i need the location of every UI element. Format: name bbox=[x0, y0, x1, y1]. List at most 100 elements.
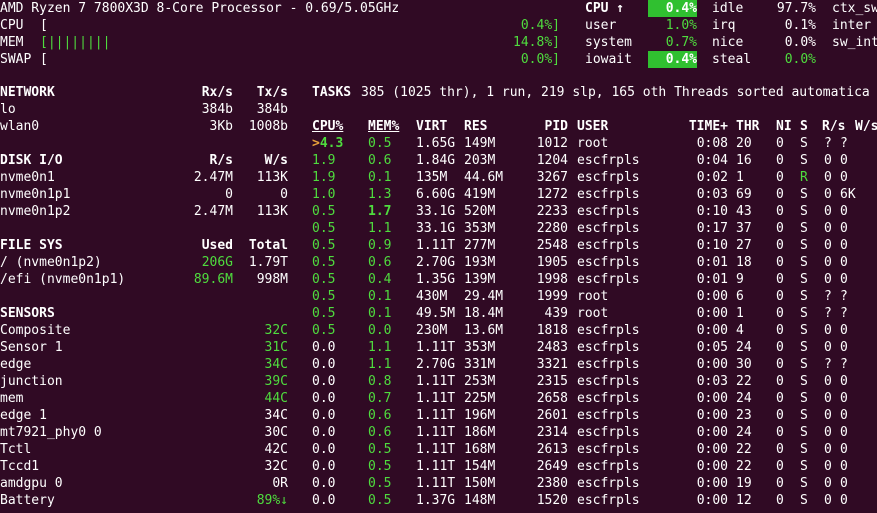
filesys-total-value: 1.79T bbox=[248, 255, 288, 270]
process-write-rate: 0 bbox=[840, 374, 848, 389]
process-virt: 2.70G bbox=[416, 357, 456, 372]
disk-read-value: 0 bbox=[225, 187, 233, 202]
process-time: 0:05 bbox=[696, 340, 728, 355]
column-header-pid[interactable]: PID bbox=[520, 118, 568, 135]
process-nice: 0 bbox=[776, 136, 784, 151]
column-header-cpu-[interactable]: CPU% bbox=[312, 118, 343, 135]
process-threads: 69 bbox=[736, 187, 752, 202]
filesys-used-header: Used bbox=[201, 238, 233, 253]
filesys-mount-name: /efi (nvme0n1p1) bbox=[0, 272, 126, 287]
process-mem: 1.1 bbox=[368, 221, 392, 236]
column-header-r-s[interactable]: R/s bbox=[822, 118, 845, 135]
column-header-ni[interactable]: NI bbox=[776, 118, 792, 135]
process-state: S bbox=[800, 272, 808, 287]
column-header-thr[interactable]: THR bbox=[736, 118, 759, 135]
column-header-w-s[interactable]: W/s bbox=[855, 118, 877, 135]
cpu-panel-title[interactable]: CPU ↑ bbox=[585, 0, 624, 17]
cpu-idle-label: idle bbox=[712, 1, 744, 16]
process-time: 0:01 bbox=[696, 255, 728, 270]
sensor-name: Composite bbox=[0, 323, 71, 338]
process-virt: 1.35G bbox=[416, 272, 456, 287]
tasks-label: TASKS bbox=[312, 85, 352, 100]
process-virt: 1.65G bbox=[416, 136, 456, 151]
process-res: 277M bbox=[464, 238, 496, 253]
process-threads: 24 bbox=[736, 425, 752, 440]
process-threads: 27 bbox=[736, 238, 752, 253]
process-mem: 0.5 bbox=[368, 493, 392, 508]
process-state: S bbox=[800, 493, 808, 508]
sensor-name: Sensor 1 bbox=[0, 340, 63, 355]
sensor-name: Battery bbox=[0, 493, 55, 508]
column-header-user[interactable]: USER bbox=[577, 118, 608, 135]
disk-w-header: W/s bbox=[264, 153, 288, 168]
process-nice: 0 bbox=[776, 459, 784, 474]
process-res: 168M bbox=[464, 442, 496, 457]
filesys-total-value: 998M bbox=[256, 272, 288, 287]
sensor-value: 32C bbox=[264, 323, 288, 338]
process-virt: 1.37G bbox=[416, 493, 456, 508]
process-cpu: 0.5 bbox=[312, 289, 336, 304]
process-write-rate: ? bbox=[840, 136, 848, 151]
network-iface-name: lo bbox=[0, 102, 16, 117]
process-virt: 49.5M bbox=[416, 306, 456, 321]
process-res: 148M bbox=[464, 493, 496, 508]
process-cpu: 0.0 bbox=[312, 493, 336, 508]
sensor-value: 39C bbox=[264, 374, 288, 389]
process-user: escfrpls bbox=[577, 425, 640, 440]
process-cpu: 0.5 bbox=[312, 238, 336, 253]
swap-bar-label: SWAP bbox=[0, 52, 32, 67]
process-time: 0:00 bbox=[696, 425, 728, 440]
process-pid: 439 bbox=[544, 306, 568, 321]
process-state: S bbox=[800, 153, 808, 168]
cpu-bar-value: 0.4%] bbox=[520, 18, 560, 33]
process-nice: 0 bbox=[776, 425, 784, 440]
process-nice: 0 bbox=[776, 306, 784, 321]
process-time: 0:00 bbox=[696, 493, 728, 508]
cpu-nice-label: nice bbox=[712, 35, 744, 50]
process-read-rate: 0 bbox=[824, 153, 832, 168]
process-read-rate: 0 bbox=[824, 170, 832, 185]
process-nice: 0 bbox=[776, 442, 784, 457]
disk-device-name: nvme0n1p1 bbox=[0, 187, 71, 202]
cpu-steal-label: steal bbox=[712, 52, 752, 67]
process-threads: 18 bbox=[736, 255, 752, 270]
process-state: R bbox=[800, 170, 808, 185]
process-time: 0:00 bbox=[696, 357, 728, 372]
process-read-rate: 0 bbox=[824, 391, 832, 406]
process-pid: 1818 bbox=[536, 323, 568, 338]
network-rx-value: 3Kb bbox=[209, 119, 233, 134]
process-cpu: 1.9 bbox=[312, 170, 336, 185]
process-mem: 0.5 bbox=[368, 136, 392, 151]
network-rx-header: Rx/s bbox=[201, 85, 233, 100]
process-nice: 0 bbox=[776, 374, 784, 389]
column-header-res[interactable]: RES bbox=[464, 118, 487, 135]
process-mem: 0.6 bbox=[368, 153, 392, 168]
sensor-name: Tctl bbox=[0, 442, 32, 457]
process-cpu: 0.5 bbox=[312, 221, 336, 236]
sensor-name: amdgpu 0 bbox=[0, 476, 63, 491]
cpu-system-label: system bbox=[585, 35, 632, 50]
column-header-s[interactable]: S bbox=[800, 118, 808, 135]
process-user: escfrpls bbox=[577, 221, 640, 236]
sensor-value: 89%↓ bbox=[256, 493, 288, 508]
process-mem: 0.5 bbox=[368, 459, 392, 474]
process-threads: 24 bbox=[736, 391, 752, 406]
ctx-sw-label: ctx_sw bbox=[832, 1, 877, 16]
process-mem: 0.7 bbox=[368, 391, 392, 406]
sensor-value: 30C bbox=[264, 425, 288, 440]
process-nice: 0 bbox=[776, 391, 784, 406]
process-pid: 2280 bbox=[536, 221, 568, 236]
process-mem: 0.1 bbox=[368, 289, 392, 304]
column-header-time-[interactable]: TIME+ bbox=[680, 118, 728, 135]
process-threads: 22 bbox=[736, 459, 752, 474]
cpu-idle-value: 97.7% bbox=[776, 1, 816, 16]
column-header-virt[interactable]: VIRT bbox=[416, 118, 447, 135]
process-cpu: 0.5 bbox=[312, 272, 336, 287]
process-threads: 6 bbox=[736, 289, 744, 304]
filesys-title: FILE SYS bbox=[0, 238, 63, 253]
column-header-mem-[interactable]: MEM% bbox=[368, 118, 399, 135]
process-res: 419M bbox=[464, 187, 496, 202]
process-pid: 2314 bbox=[536, 425, 568, 440]
disk-device-name: nvme0n1 bbox=[0, 170, 55, 185]
process-res: 29.4M bbox=[464, 289, 504, 304]
